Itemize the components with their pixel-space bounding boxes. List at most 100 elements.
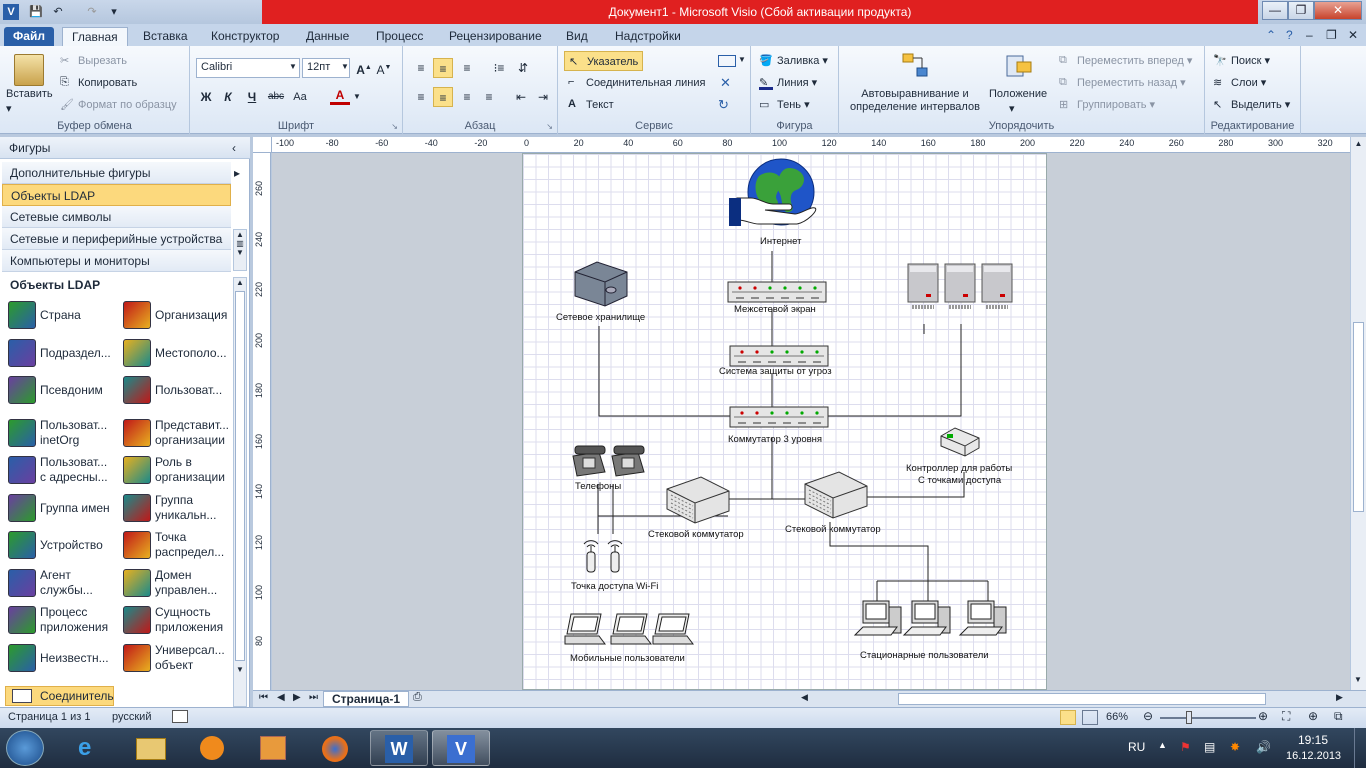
bring-forward-button[interactable]: ⧉ Переместить вперед ▾ — [1059, 54, 1192, 68]
stencil-network-symbols[interactable]: Сетевые символы — [2, 206, 231, 228]
maximize-button[interactable]: ❐ — [1288, 1, 1314, 20]
select-button[interactable]: ↖ Выделить ▾ — [1213, 98, 1290, 112]
increase-indent-icon[interactable]: ⇥ — [533, 87, 553, 107]
tab-insert[interactable]: Вставка — [134, 27, 197, 46]
normal-view-icon[interactable] — [1060, 710, 1076, 725]
ldap-master-10[interactable]: Группа имен — [2, 490, 115, 528]
ldap-master-11[interactable]: Группа уникальн... — [117, 490, 230, 528]
desktop-icon-2[interactable] — [903, 600, 951, 636]
l3-switch-icon[interactable] — [729, 406, 829, 428]
zoom-in-icon[interactable]: ⊕ — [1258, 709, 1268, 723]
minimize-button[interactable]: — — [1262, 1, 1288, 20]
minimize-ribbon-icon[interactable]: ⌃ — [1266, 28, 1276, 42]
doc-minimize-icon[interactable]: – — [1306, 28, 1313, 42]
laptop-icon-3[interactable] — [652, 613, 694, 645]
send-backward-button[interactable]: ⧉ Переместить назад ▾ — [1059, 76, 1186, 90]
firewall-icon[interactable] — [727, 281, 827, 303]
position-dropdown-icon[interactable]: ▾ — [1009, 102, 1015, 115]
masters-scroll-down-icon[interactable]: ▼ — [234, 665, 246, 674]
align-left-icon[interactable]: ≡ — [411, 87, 431, 107]
ldap-master-15[interactable]: Домен управлен... — [117, 565, 230, 603]
zoom-level[interactable]: 66% — [1106, 711, 1128, 723]
storage-icon[interactable] — [574, 261, 628, 307]
doc-restore-icon[interactable]: ❐ — [1326, 28, 1337, 42]
zoom-out-icon[interactable]: ⊖ — [1143, 709, 1153, 723]
pan-zoom-icon[interactable]: ⊕ — [1308, 709, 1318, 723]
volume-icon[interactable]: 🔊 — [1256, 740, 1271, 754]
tab-design[interactable]: Конструктор — [202, 27, 288, 46]
firefox-taskbar-icon[interactable] — [306, 730, 364, 766]
hscroll-right-icon[interactable]: ▶ — [1336, 692, 1343, 703]
cut-button[interactable]: ✂ Вырезать — [60, 54, 127, 68]
stencil-network-peripherals[interactable]: Сетевые и периферийные устройства — [2, 228, 231, 250]
desktop-icon-1[interactable] — [854, 600, 902, 636]
ldap-master-3[interactable]: Местополо... — [117, 335, 230, 373]
desktop-icon-3[interactable] — [959, 600, 1007, 636]
scroll-down-icon[interactable]: ▼ — [1354, 675, 1362, 684]
drawing-canvas[interactable]: Интернет Межсетевой экран Система защиты… — [272, 153, 1350, 690]
close-button[interactable]: ✕ — [1314, 1, 1362, 20]
stencil-computers-monitors[interactable]: Компьютеры и мониторы — [2, 250, 231, 272]
word-taskbar-icon[interactable]: W — [370, 730, 428, 766]
masters-scroll-thumb[interactable] — [235, 291, 245, 661]
ldap-master-14[interactable]: Агент службы... — [2, 565, 115, 603]
font-name-combo[interactable]: Calibri — [196, 58, 300, 78]
ldap-master-2[interactable]: Подраздел... — [2, 335, 115, 373]
ldap-master-19[interactable]: Универсал... объект — [117, 640, 230, 678]
laptop-icon-2[interactable] — [610, 613, 652, 645]
action-center-icon[interactable]: ⚑ — [1180, 740, 1191, 754]
visio-taskbar-icon[interactable]: V — [432, 730, 490, 766]
hscroll-left-icon[interactable]: ◀ — [801, 692, 808, 703]
tab-home[interactable]: Главная — [62, 27, 128, 46]
fit-page-icon[interactable]: ⛶ — [1282, 709, 1290, 724]
show-desktop-button[interactable] — [1354, 728, 1366, 768]
stencil-ldap[interactable]: Объекты LDAP — [2, 184, 231, 206]
control-panel-taskbar-icon[interactable] — [244, 730, 302, 766]
font-dialog-launcher-icon[interactable]: ↘ — [391, 122, 398, 131]
layers-button[interactable]: ≋ Слои ▾ — [1213, 76, 1266, 90]
italic-button[interactable]: К — [218, 87, 238, 107]
visio-app-icon[interactable]: V — [3, 4, 19, 20]
underline-button[interactable]: Ч — [242, 87, 262, 107]
tray-app-icon[interactable]: ▤ — [1204, 740, 1215, 754]
justify-icon[interactable]: ≡ — [479, 87, 499, 107]
switch-windows-icon[interactable]: ⧉ — [1334, 709, 1343, 724]
rotate-text-icon[interactable]: ↻ — [718, 97, 729, 113]
input-language[interactable]: RU — [1128, 740, 1145, 754]
horizontal-scroll-thumb[interactable] — [898, 693, 1266, 705]
insert-page-icon[interactable]: ⎙ — [413, 691, 422, 704]
ldap-master-9[interactable]: Роль в организации — [117, 452, 230, 490]
stack-switch-icon-2[interactable] — [804, 471, 868, 519]
internet-globe-icon[interactable] — [729, 158, 817, 226]
zoom-slider[interactable] — [1160, 717, 1256, 719]
ie-taskbar-icon[interactable]: e — [62, 730, 120, 766]
bold-button[interactable]: Ж — [196, 87, 216, 107]
bullets-icon[interactable]: ⁝≡ — [489, 58, 509, 78]
laptop-icon-1[interactable] — [564, 613, 606, 645]
paste-icon[interactable] — [14, 54, 44, 86]
line-button[interactable]: ✎ Линия ▾ — [759, 76, 817, 91]
zoom-slider-thumb[interactable] — [1186, 711, 1192, 724]
rectangle-shape-icon[interactable] — [718, 55, 736, 67]
stencil-list-scrollbar[interactable]: ▲ ▥ ▼ — [233, 229, 247, 271]
vertical-scrollbar[interactable]: ▲ ▼ — [1350, 137, 1366, 690]
wifi-ap-icon-1[interactable] — [583, 540, 599, 573]
tab-review[interactable]: Рецензирование — [440, 27, 551, 46]
auto-align-button[interactable]: Автовыравнивание и определение интервало… — [845, 88, 985, 114]
controller-icon[interactable] — [940, 427, 980, 457]
connection-point-icon[interactable]: ✕ — [720, 75, 731, 91]
phone-icon-1[interactable] — [572, 445, 606, 477]
ldap-master-6[interactable]: Пользоват... inetOrg — [2, 415, 115, 453]
shrink-font-icon[interactable]: A▼ — [374, 58, 394, 78]
copy-button[interactable]: ⎘ Копировать — [60, 76, 137, 90]
phone-icon-2[interactable] — [611, 445, 645, 477]
redo-icon[interactable]: ↷ — [84, 4, 100, 20]
tab-view[interactable]: Вид — [557, 27, 597, 46]
paragraph-dialog-launcher-icon[interactable]: ↘ — [546, 122, 553, 131]
strikethrough-button[interactable]: abc — [266, 87, 286, 107]
ldap-master-12[interactable]: Устройство — [2, 527, 115, 565]
font-name-dropdown-icon[interactable]: ▼ — [289, 62, 297, 71]
page-tab-1[interactable]: Страница-1 — [323, 691, 410, 707]
next-page-icon[interactable]: ▶ — [293, 692, 301, 703]
ldap-master-8[interactable]: Пользоват... с адресны... — [2, 452, 115, 490]
